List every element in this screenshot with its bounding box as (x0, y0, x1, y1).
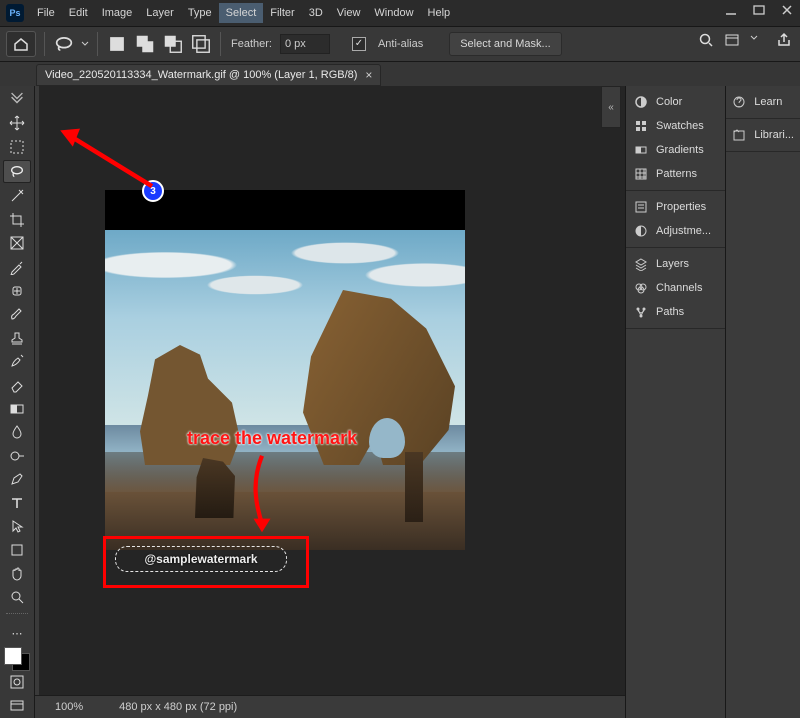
pointer-arrow-icon (53, 121, 161, 201)
zoom-tool[interactable] (4, 586, 30, 608)
close-tab-icon[interactable]: × (365, 68, 372, 82)
status-bar: 100% 480 px x 480 px (72 ppi) (35, 695, 625, 718)
right-panels: ColorSwatchesGradientsPatterns Properties… (625, 86, 800, 718)
menu-window[interactable]: Window (367, 3, 420, 23)
app-icon: Ps (6, 4, 24, 22)
quick-mask-icon[interactable] (4, 672, 30, 694)
edit-toolbar-icon[interactable]: ⋯ (4, 623, 30, 645)
stamp-tool[interactable] (4, 327, 30, 349)
annotation-label: trace the watermark (187, 428, 357, 449)
menu-help[interactable]: Help (421, 3, 458, 23)
path-select-tool[interactable] (4, 516, 30, 538)
feather-label: Feather: (229, 38, 274, 50)
close-button[interactable] (780, 3, 794, 20)
eyedropper-tool[interactable] (4, 256, 30, 278)
antialias-label: Anti-alias (376, 38, 425, 50)
chevron-down-icon[interactable] (81, 40, 89, 48)
menu-type[interactable]: Type (181, 3, 219, 23)
gradient-tool[interactable] (4, 398, 30, 420)
menu-view[interactable]: View (330, 3, 368, 23)
panel-properties[interactable]: Properties (626, 195, 725, 219)
options-bar: Feather: 0 px Anti-alias Select and Mask… (0, 27, 800, 62)
type-tool[interactable] (4, 492, 30, 514)
antialias-checkbox[interactable] (352, 37, 366, 51)
panel-channels[interactable]: Channels (626, 276, 725, 300)
crop-tool[interactable] (4, 209, 30, 231)
menu-3d[interactable]: 3D (302, 3, 330, 23)
fg-bg-colors[interactable] (4, 647, 30, 670)
lasso-tool-indicator[interactable] (53, 33, 75, 55)
panel-patterns[interactable]: Patterns (626, 162, 725, 186)
menu-filter[interactable]: Filter (263, 3, 301, 23)
maximize-button[interactable] (752, 3, 766, 20)
hand-tool[interactable] (4, 563, 30, 585)
new-selection-icon[interactable] (106, 33, 128, 55)
search-icon[interactable] (698, 32, 714, 51)
dodge-tool[interactable] (4, 445, 30, 467)
menu-file[interactable]: File (30, 3, 62, 23)
panel-swatches[interactable]: Swatches (626, 114, 725, 138)
blur-tool[interactable] (4, 421, 30, 443)
share-icon[interactable] (776, 32, 792, 51)
home-button[interactable] (6, 31, 36, 57)
magic-wand-tool[interactable] (4, 185, 30, 207)
panel-layers[interactable]: Layers (626, 252, 725, 276)
minimize-button[interactable] (724, 3, 738, 20)
brush-tool[interactable] (4, 303, 30, 325)
move-tool[interactable] (4, 113, 30, 135)
pen-tool[interactable] (4, 469, 30, 491)
marquee-tool[interactable] (4, 136, 30, 158)
document-dimensions: 480 px x 480 px (72 ppi) (119, 701, 237, 713)
select-and-mask-button[interactable]: Select and Mask... (449, 32, 562, 56)
document-tab-bar: Video_220520113334_Watermark.gif @ 100% … (0, 62, 800, 89)
panel-gradients[interactable]: Gradients (626, 138, 725, 162)
add-selection-icon[interactable] (134, 33, 156, 55)
feather-input[interactable]: 0 px (280, 34, 330, 54)
menu-bar: Ps FileEditImageLayerTypeSelectFilter3DV… (0, 0, 800, 27)
menu-layer[interactable]: Layer (139, 3, 181, 23)
subtract-selection-icon[interactable] (162, 33, 184, 55)
zoom-level[interactable]: 100% (55, 701, 83, 713)
workspace-icon[interactable] (724, 32, 740, 51)
menu-select[interactable]: Select (219, 3, 264, 23)
chevron-down-icon (750, 34, 766, 50)
panel-color[interactable]: Color (626, 90, 725, 114)
collapse-panel-strip[interactable] (601, 86, 621, 128)
panel-adjustme[interactable]: Adjustme... (626, 219, 725, 243)
panel-paths[interactable]: Paths (626, 300, 725, 324)
document-tab[interactable]: Video_220520113334_Watermark.gif @ 100% … (36, 64, 381, 86)
canvas-area[interactable]: trace the watermark @samplewatermark 3 1… (35, 86, 625, 718)
collapse-icon[interactable] (4, 89, 30, 111)
annotation-arrow-icon (245, 454, 279, 534)
intersect-selection-icon[interactable] (190, 33, 212, 55)
panel-learn[interactable]: Learn (726, 90, 800, 114)
screen-mode-icon[interactable] (4, 695, 30, 717)
menu-edit[interactable]: Edit (62, 3, 95, 23)
shape-tool[interactable] (4, 539, 30, 561)
lasso-tool[interactable] (3, 160, 31, 184)
panel-librari[interactable]: Librari... (726, 123, 800, 147)
lasso-selection: @samplewatermark (115, 546, 287, 572)
frame-tool[interactable] (4, 233, 30, 255)
document-title: Video_220520113334_Watermark.gif @ 100% … (45, 69, 357, 81)
healing-tool[interactable] (4, 280, 30, 302)
history-brush-tool[interactable] (4, 351, 30, 373)
tools-panel: ⋯ (0, 86, 35, 718)
menu-image[interactable]: Image (95, 3, 140, 23)
eraser-tool[interactable] (4, 374, 30, 396)
document-canvas[interactable]: trace the watermark (105, 190, 465, 550)
